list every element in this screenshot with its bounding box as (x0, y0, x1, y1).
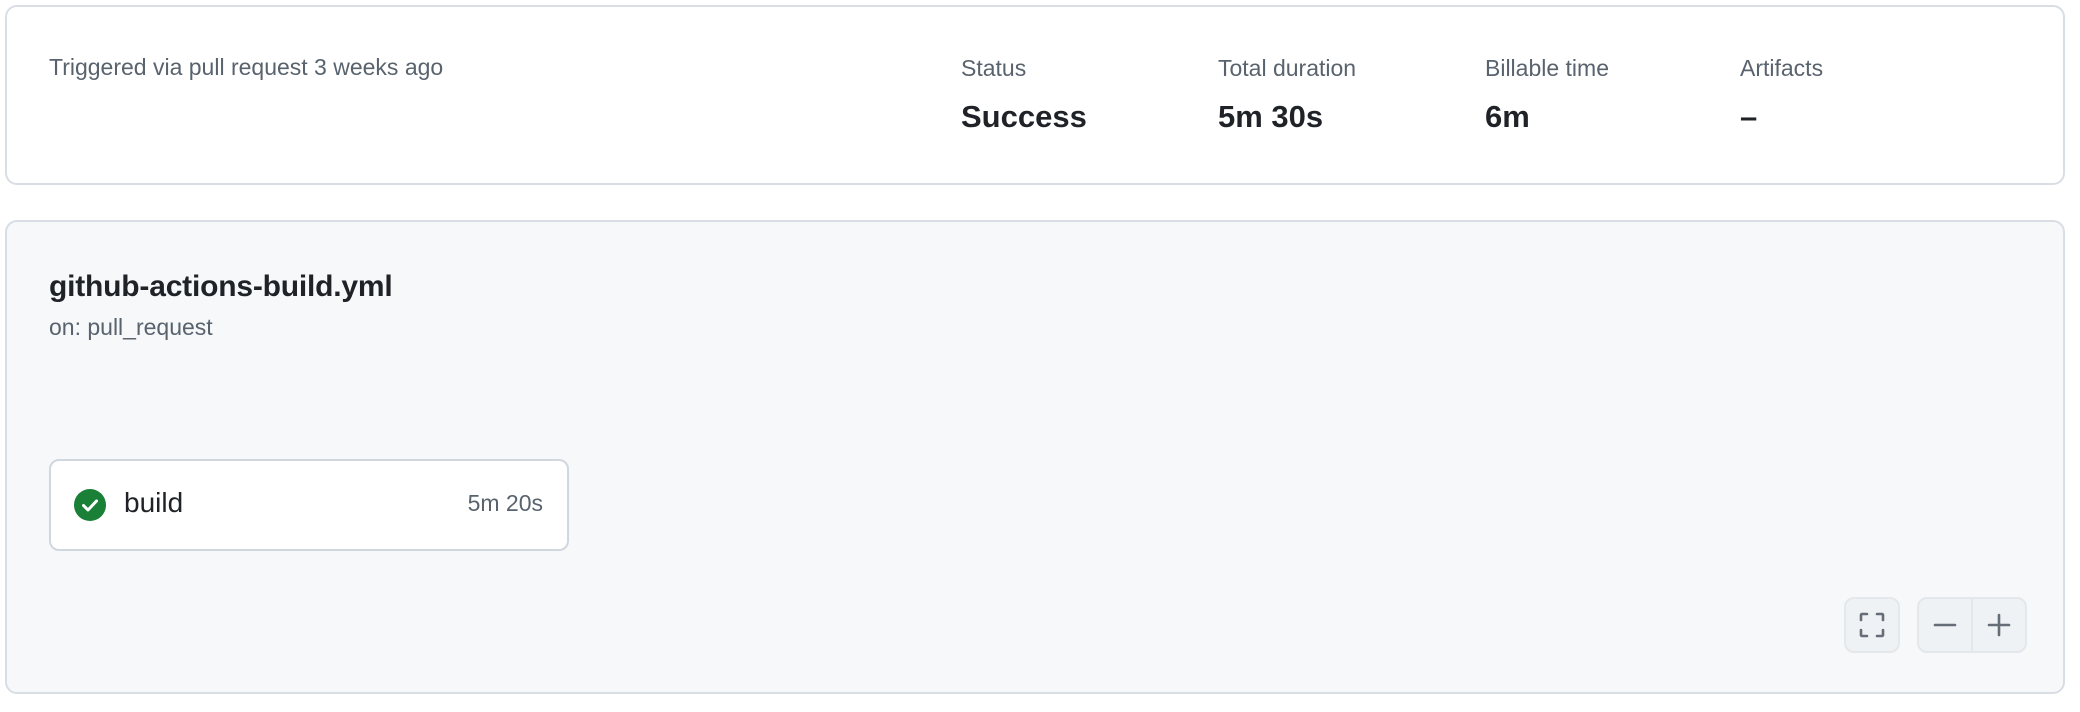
fullscreen-button[interactable] (1844, 597, 1900, 653)
zoom-out-button[interactable] (1919, 599, 1971, 651)
minus-icon (1933, 623, 1957, 627)
billable-time-stat: Billable time 6m (1485, 54, 1609, 135)
zoom-in-button[interactable] (1971, 599, 2025, 651)
artifacts-label: Artifacts (1740, 55, 1824, 81)
check-circle-fill-icon (74, 489, 106, 521)
job-card-build[interactable]: build 5m 20s (49, 459, 569, 551)
workflow-graph: github-actions-build.yml on: pull_reques… (5, 220, 2065, 694)
status-label: Status (961, 55, 1027, 81)
plus-icon (1987, 613, 2011, 637)
screen-full-icon (1859, 612, 1885, 638)
status-stat: Status Success (961, 54, 1087, 135)
total-duration-stat: Total duration 5m 30s (1218, 54, 1356, 135)
billable-time-value: 6m (1485, 99, 1530, 134)
zoom-controls (1917, 597, 2027, 653)
artifacts-stat: Artifacts – (1740, 54, 1823, 135)
workflow-trigger: on: pull_request (49, 314, 213, 340)
job-name: build (124, 487, 184, 518)
billable-time-label: Billable time (1485, 55, 1609, 81)
artifacts-value: – (1740, 99, 1758, 134)
run-summary-card: Triggered via pull request 3 weeks ago S… (5, 5, 2065, 185)
total-duration-value: 5m 30s (1218, 99, 1324, 134)
trigger-info: Triggered via pull request 3 weeks ago (49, 54, 444, 80)
workflow-file-name: github-actions-build.yml (49, 270, 393, 303)
job-duration: 5m 20s (467, 490, 543, 516)
status-value: Success (961, 99, 1087, 134)
total-duration-label: Total duration (1218, 55, 1357, 81)
